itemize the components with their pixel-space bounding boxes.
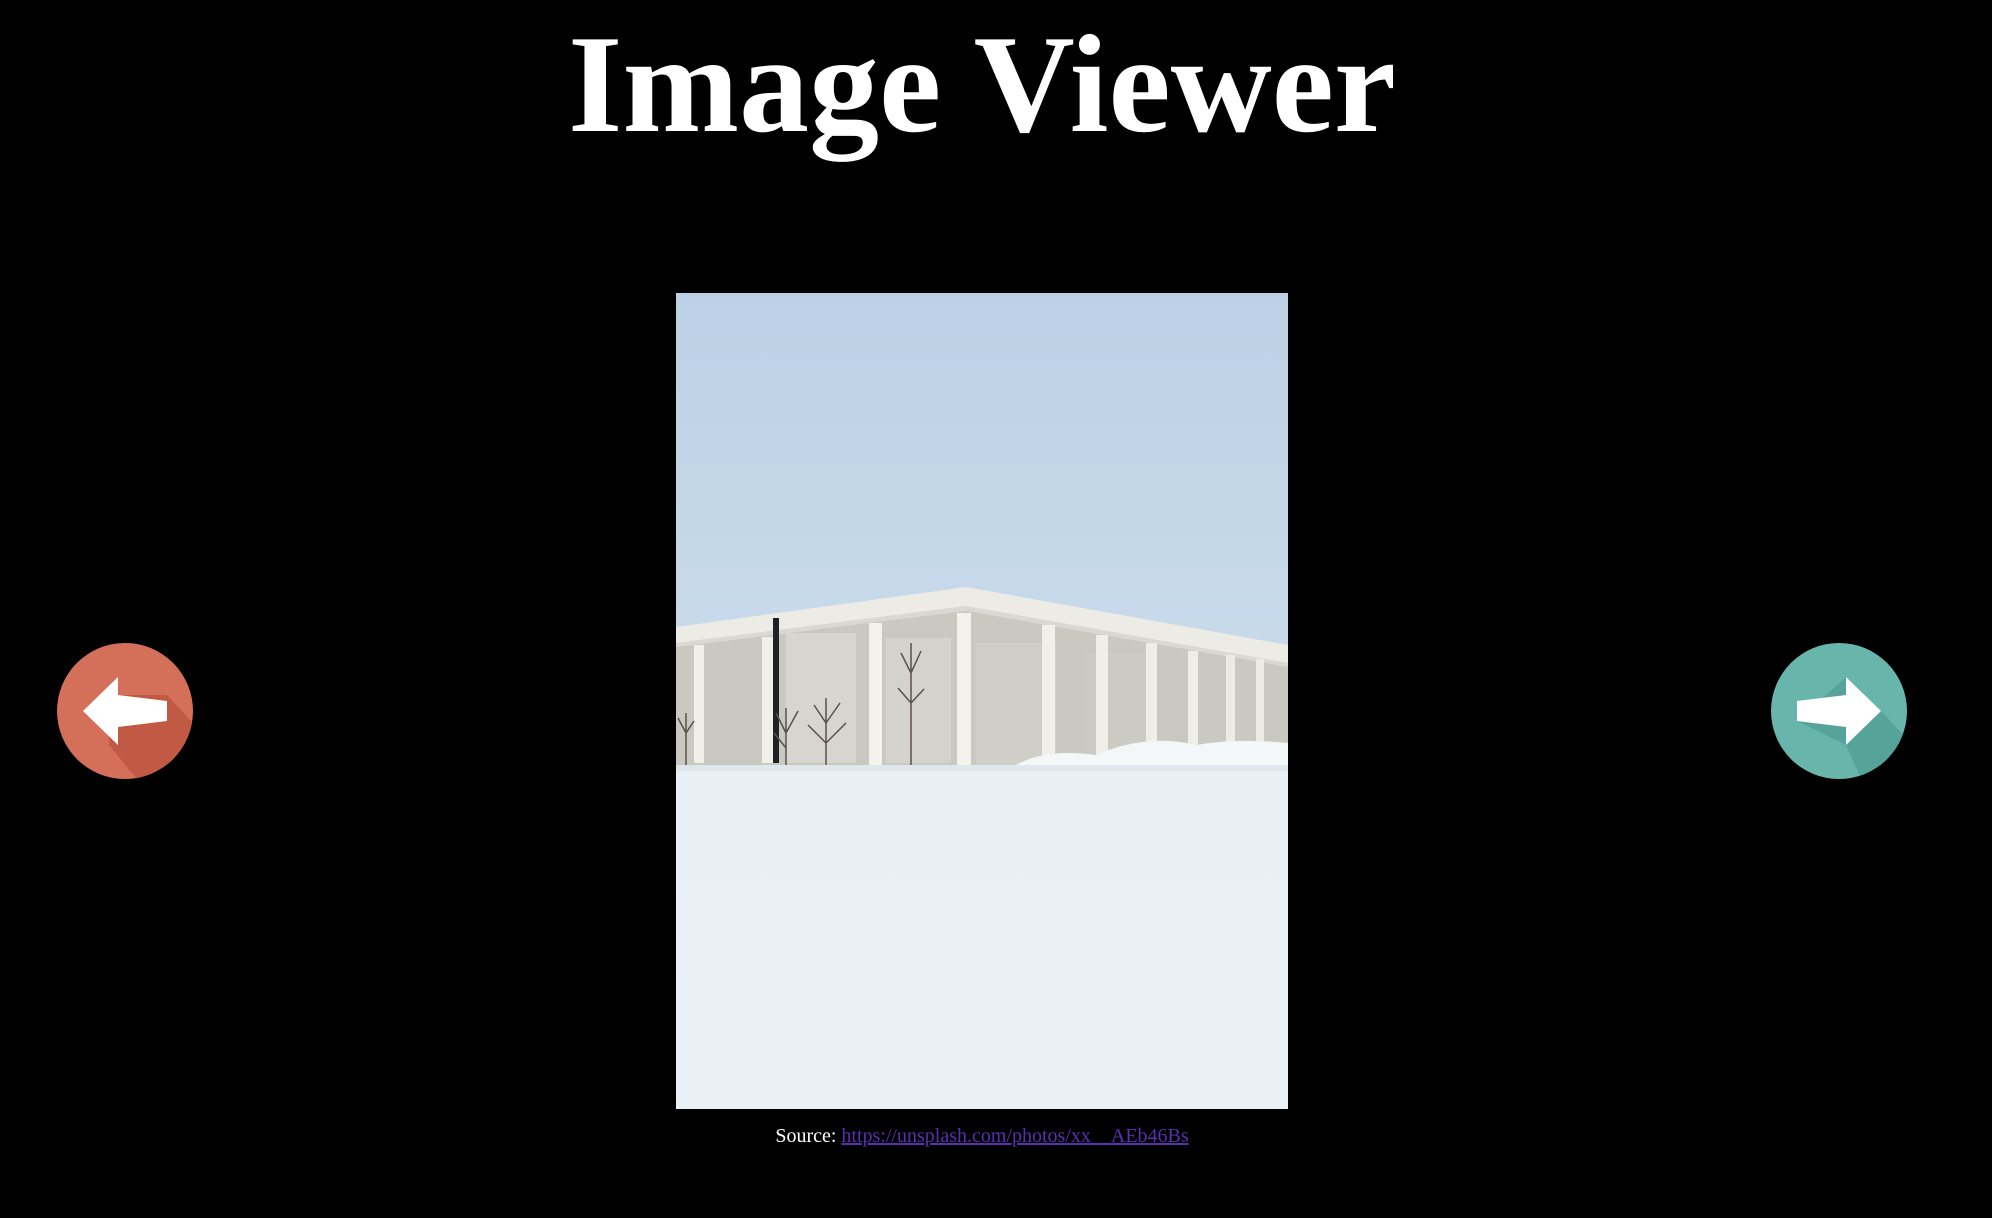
next-image-button[interactable] [1771,643,1907,779]
previous-image-button[interactable] [57,643,193,779]
page-title: Image Viewer [567,7,1397,162]
image-source-caption: Source: https://unsplash.com/photos/xx__… [0,1124,1964,1148]
main-photo [676,293,1288,1109]
source-link[interactable]: https://unsplash.com/photos/xx__AEb46Bs [841,1125,1188,1147]
arrow-right-icon [1771,643,1907,779]
image-viewer-page: Image Viewer Source: https://unsplash.co… [0,0,1992,1218]
source-label: Source: [775,1125,837,1147]
arrow-left-icon [57,643,193,779]
